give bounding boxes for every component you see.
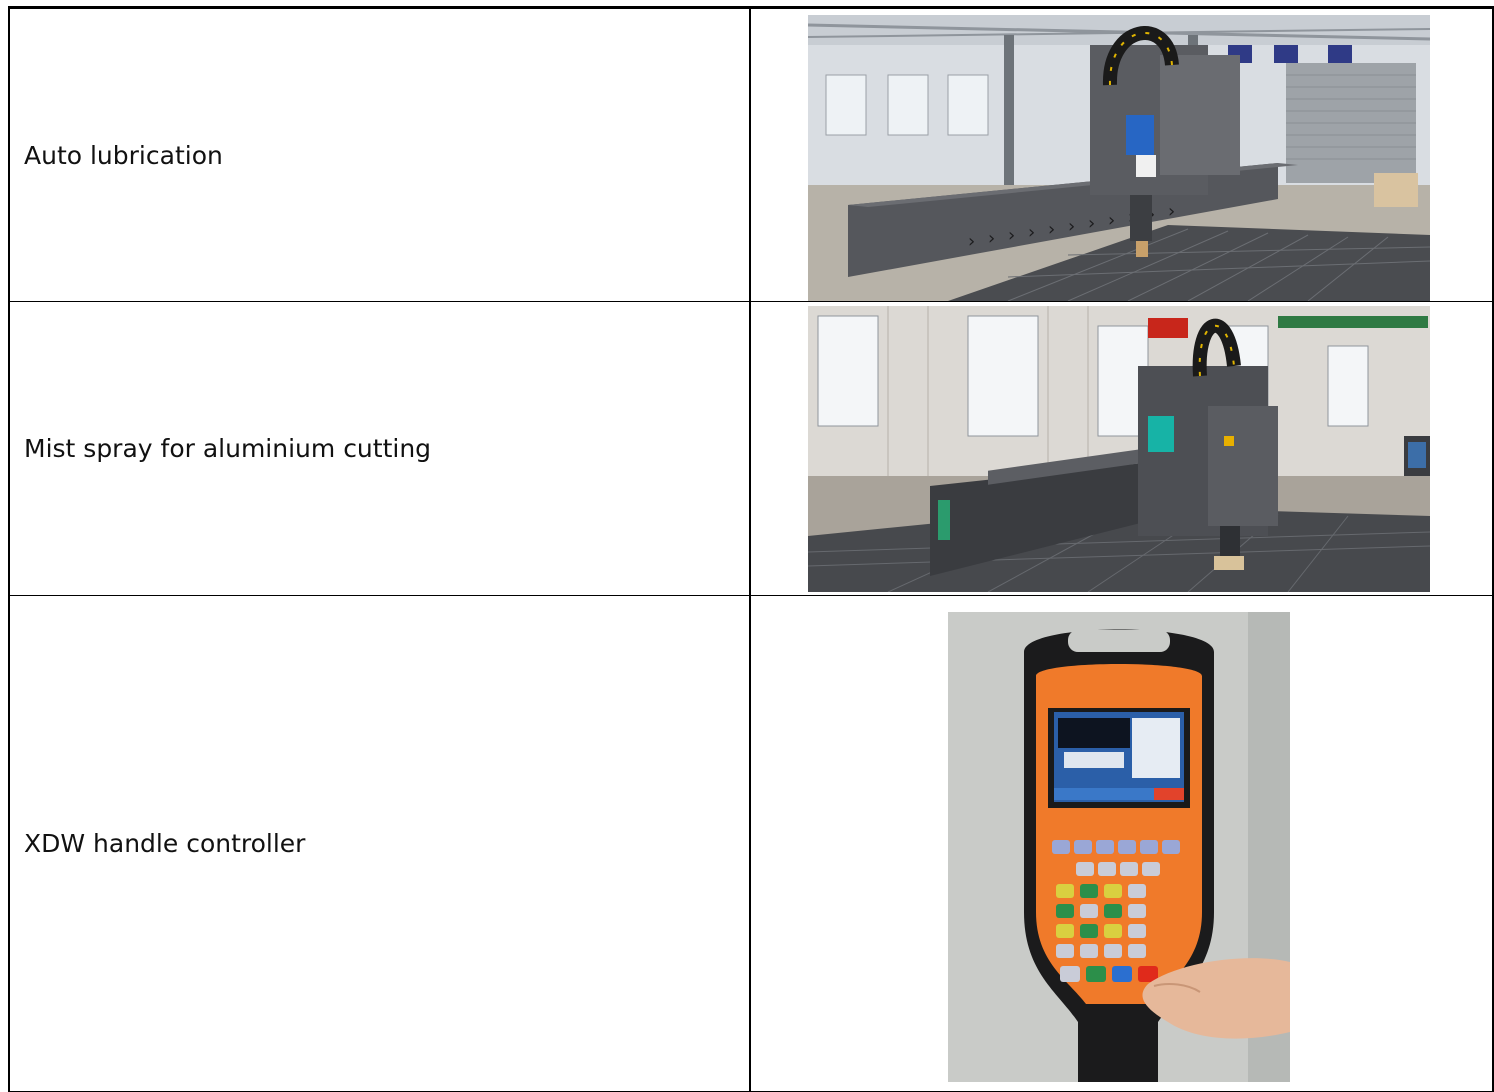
svg-text:›: › [968,231,975,252]
feature-table: Auto lubrication › › › › › › › › › Mist … [8,6,1494,1092]
table-row: XDW handle controller [8,596,1494,1092]
mist-spray-photo [808,306,1430,592]
column-divider [749,9,751,301]
svg-text:›: › [1108,210,1115,231]
table-row: Mist spray for aluminium cutting [8,302,1494,596]
auto-lubrication-photo: ››› ››› ››› ›› [808,15,1430,301]
column-divider [749,596,751,1091]
table-row: Auto lubrication › › › › › › › › › [8,6,1494,302]
column-divider [749,302,751,595]
svg-text:›: › [1048,219,1055,240]
svg-text:›: › [1028,222,1035,243]
svg-text:›: › [1168,201,1175,222]
svg-text:›: › [1088,213,1095,234]
feature-label: XDW handle controller [24,829,306,858]
handle-controller-photo [948,612,1290,1082]
svg-text:›: › [988,228,995,249]
svg-text:›: › [1008,225,1015,246]
feature-label: Auto lubrication [24,140,223,170]
feature-label: Mist spray for aluminium cutting [24,434,432,463]
svg-text:›: › [1068,216,1075,237]
